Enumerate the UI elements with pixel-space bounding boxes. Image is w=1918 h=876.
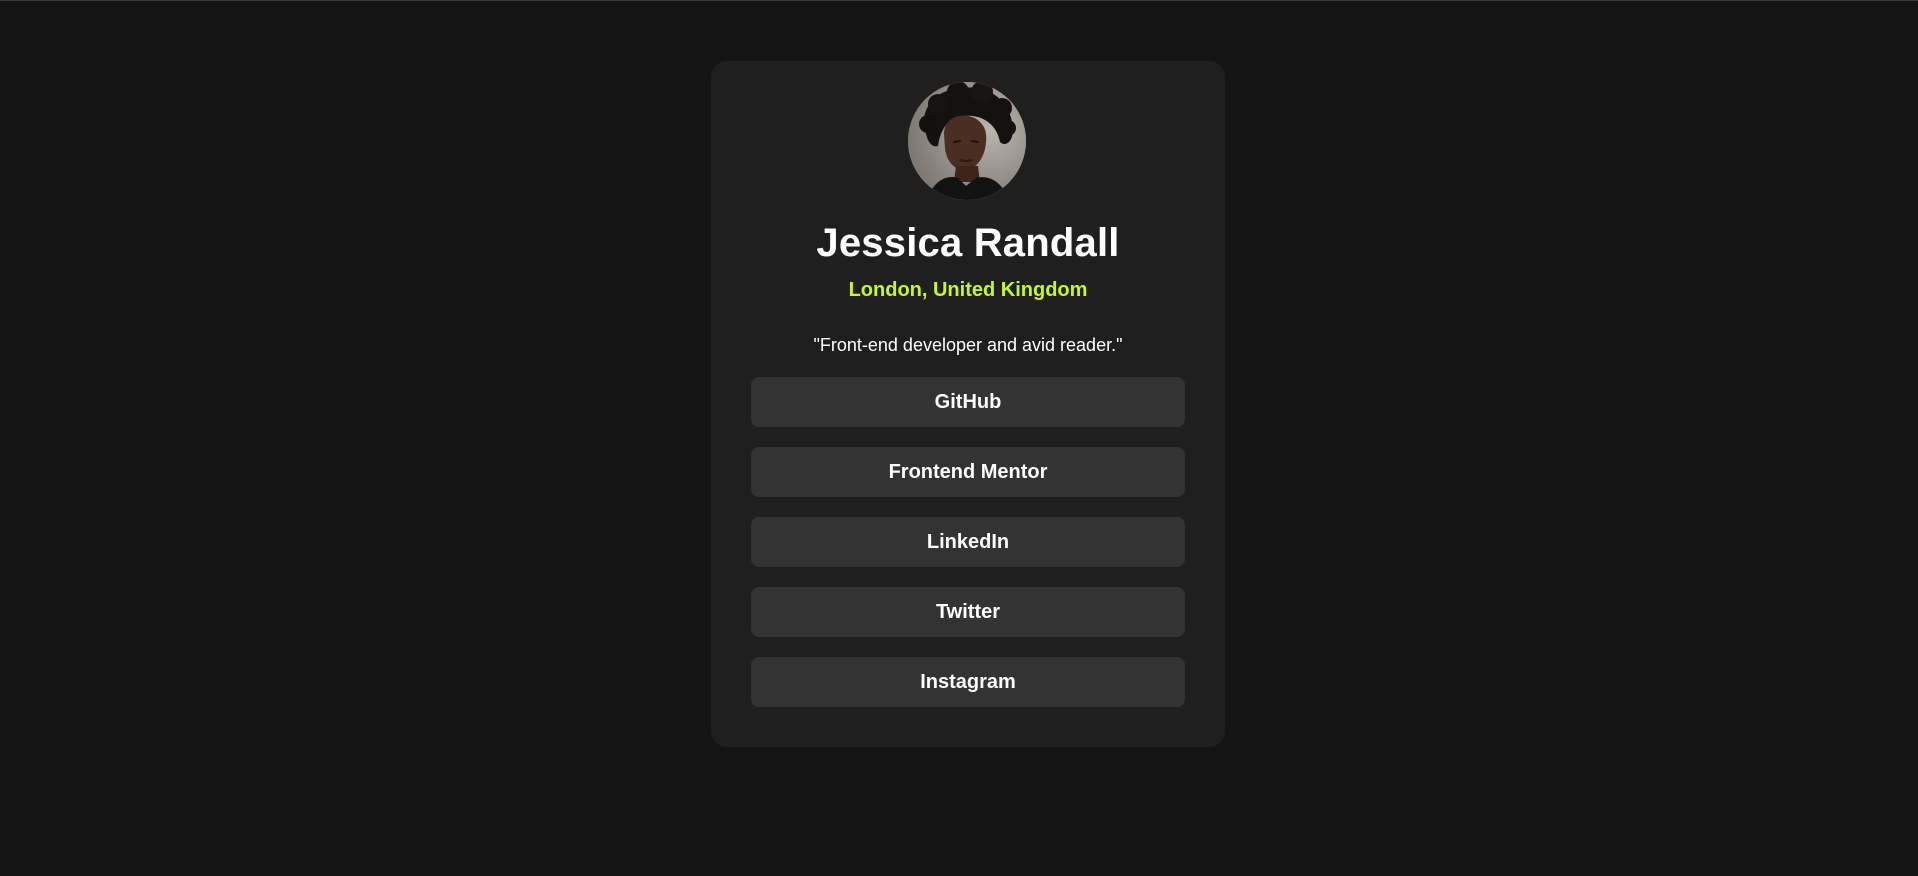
profile-location: London, United Kingdom [848,279,1088,301]
frontend-mentor-link-button[interactable]: Frontend Mentor [751,447,1185,497]
avatar-photo [908,82,1026,200]
profile-bio: "Front-end developer and avid reader." [813,335,1123,355]
linkedin-link-button[interactable]: LinkedIn [751,517,1185,567]
github-link-button[interactable]: GitHub [751,377,1185,427]
profile-card: Jessica Randall London, United Kingdom "… [711,61,1225,747]
instagram-link-button[interactable]: Instagram [751,657,1185,707]
twitter-link-button[interactable]: Twitter [751,587,1185,637]
top-border [0,0,1918,1]
social-links-list: GitHub Frontend Mentor LinkedIn Twitter … [751,377,1185,727]
avatar [908,82,1026,200]
profile-name: Jessica Randall [816,221,1120,265]
